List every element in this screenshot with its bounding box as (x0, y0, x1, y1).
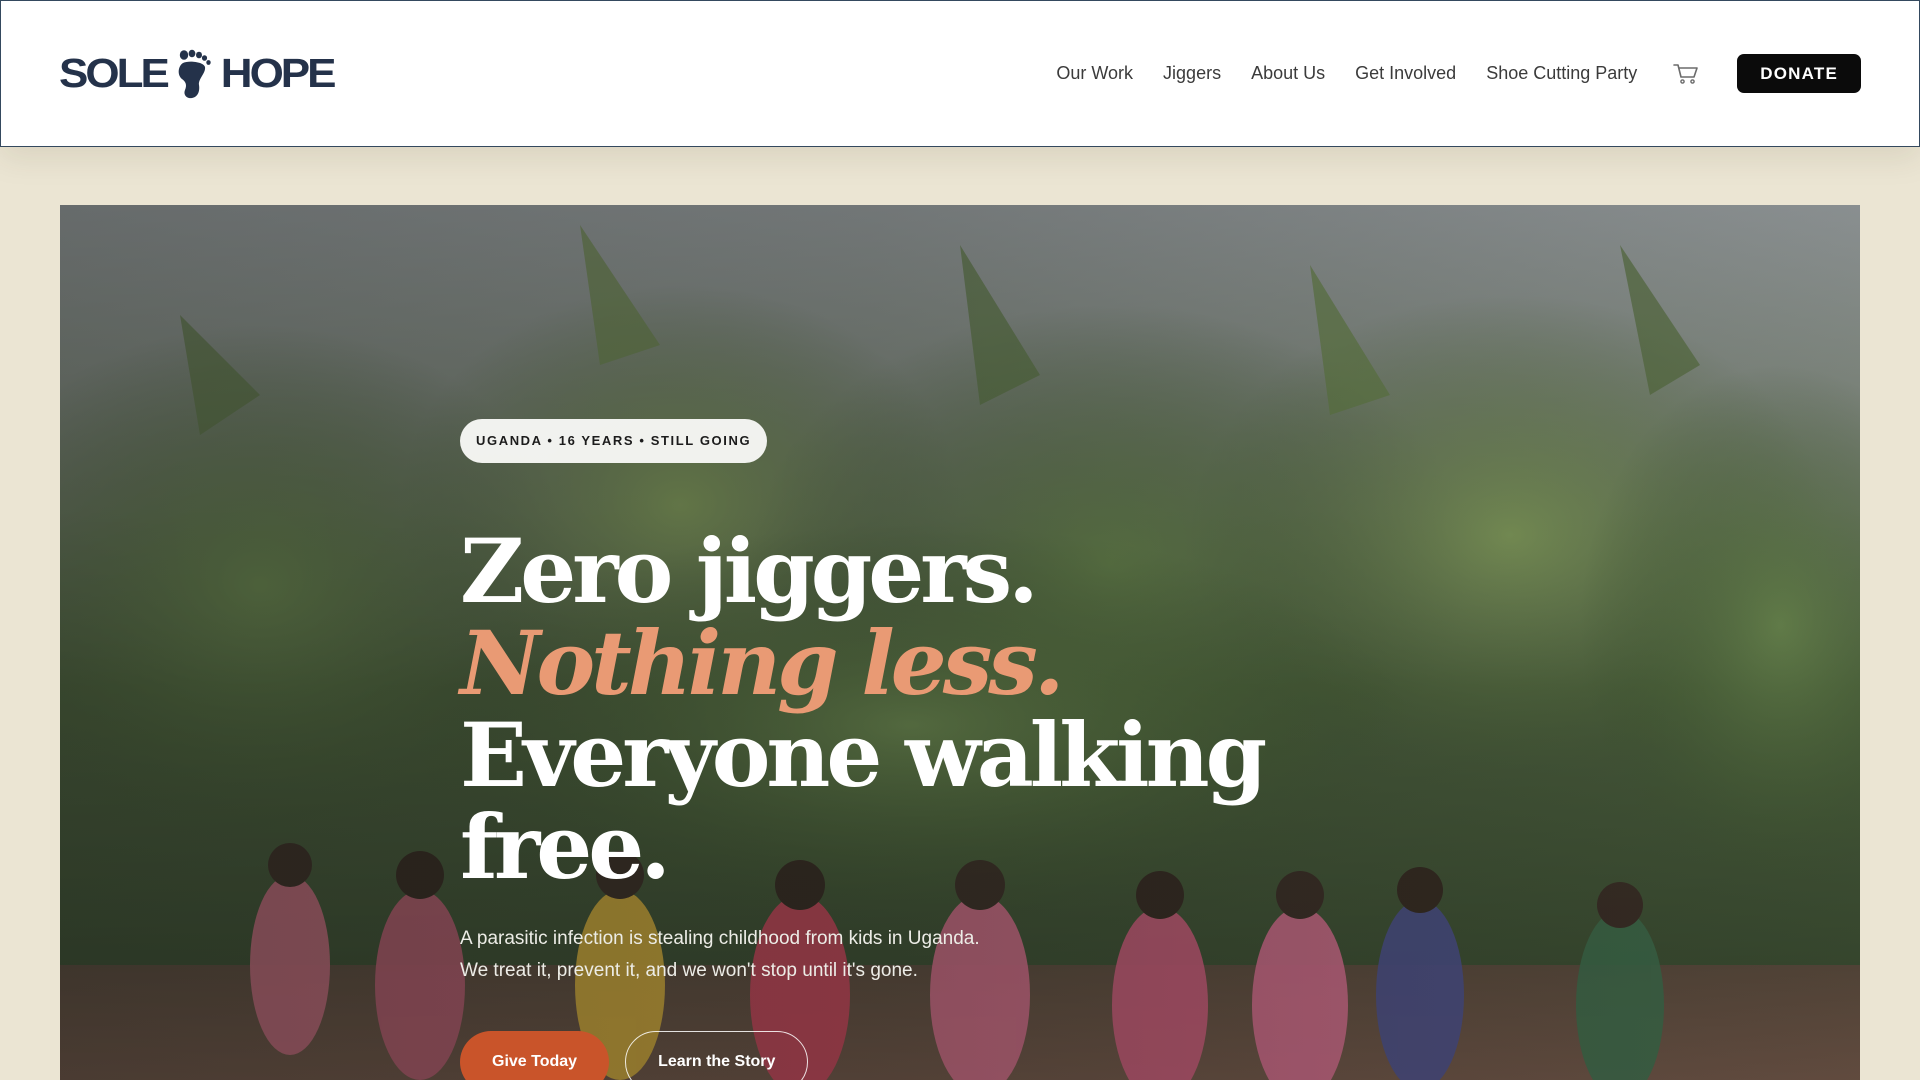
subtext-line-2: We treat it, prevent it, and we won't st… (460, 960, 918, 981)
nav-get-involved[interactable]: Get Involved (1355, 63, 1456, 84)
give-today-button[interactable]: Give Today (460, 1031, 610, 1080)
logo-text-sole: SOLE (59, 50, 170, 96)
main-nav: Our Work Jiggers About Us Get Involved S… (1056, 54, 1861, 94)
subtext-line-1: A parasitic infection is stealing childh… (460, 928, 980, 949)
headline-line-1: Zero jiggers. (460, 519, 1039, 623)
logo-link[interactable]: SOLE HOPE (59, 49, 337, 99)
hero-section: UGANDA • 16 YEARS • STILL GOING Zero jig… (60, 205, 1860, 1080)
nav-jiggers[interactable]: Jiggers (1163, 63, 1221, 84)
donate-button[interactable]: DONATE (1737, 54, 1861, 93)
footprint-icon (178, 49, 211, 98)
hero-content: UGANDA • 16 YEARS • STILL GOING Zero jig… (460, 419, 1360, 1080)
nav-shoe-cutting-party[interactable]: Shoe Cutting Party (1486, 63, 1637, 84)
hero-subtext: A parasitic infection is stealing childh… (460, 923, 1360, 987)
nav-about-us[interactable]: About Us (1251, 63, 1325, 84)
eyebrow-badge: UGANDA • 16 YEARS • STILL GOING (460, 419, 768, 463)
logo-text-hope: HOPE (220, 50, 337, 96)
learn-the-story-button[interactable]: Learn the Story (625, 1031, 809, 1080)
cart-icon[interactable] (1673, 63, 1699, 85)
cta-row: Give Today Learn the Story (460, 1031, 1360, 1080)
nav-our-work[interactable]: Our Work (1056, 63, 1133, 84)
headline-line-3: Everyone walking (460, 703, 1267, 807)
site-header: SOLE HOPE Our Work Jiggers About Us Get … (0, 0, 1920, 147)
hero-headline: Zero jiggers. Nothing less. Everyone wal… (460, 525, 1360, 893)
headline-line-2: Nothing less. (460, 611, 1064, 715)
headline-line-4: free. (460, 795, 671, 899)
